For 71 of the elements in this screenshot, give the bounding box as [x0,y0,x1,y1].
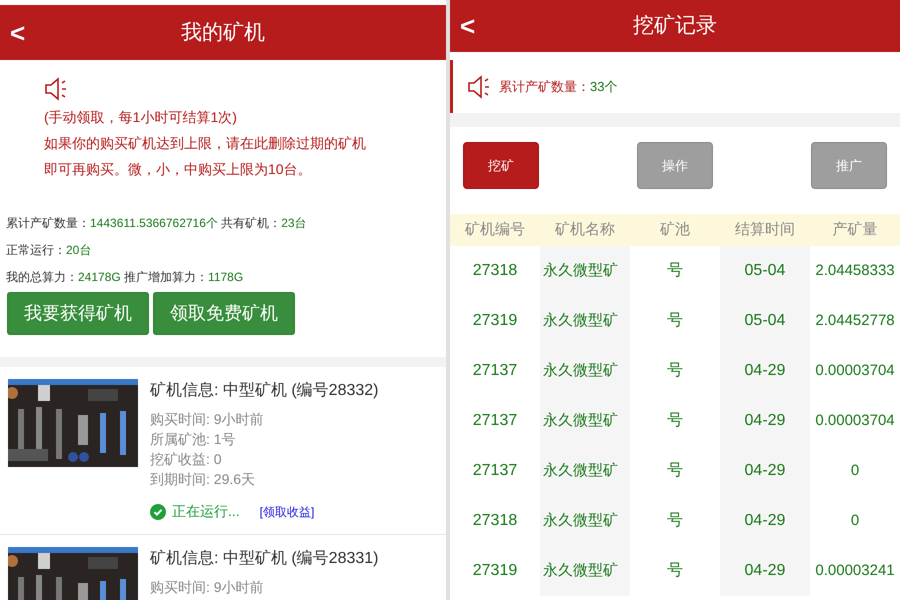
table-cell: 永久微型矿 [540,346,630,396]
table-cell-text: 号 [666,561,684,581]
table-cell-text: 27319 [472,311,518,331]
table-cell-text: 0 [850,510,860,531]
table-cell: 05-04 [720,246,810,296]
table-cell-text: 0.00003704 [814,410,896,431]
table-cell-text: 0.00003704 [814,360,896,381]
table-cell-text: 号 [666,411,684,431]
page-title: 挖矿记录 [633,13,717,40]
table-cell-text: 0 [850,460,860,481]
stat-value: 20台 [66,242,92,259]
column-header: 矿机名称 [540,214,630,246]
table-cell-text: 号 [666,261,684,281]
table-cell-text: 号 [666,461,684,481]
tab[interactable]: 挖矿 [463,142,539,189]
table-cell-text: 2.04458333 [814,260,896,281]
column-header: 矿池 [630,214,720,246]
table-cell: 永久微型矿 [540,396,630,446]
column-header: 结算时间 [720,214,810,246]
column-header: 矿机编号 [450,214,540,246]
table-cell-text: 27319 [472,561,518,581]
machine-title: 矿机信息: 中型矿机 (编号28332) [150,380,378,401]
stat-value: 1178G [208,269,244,286]
stat-label: 正常运行： [6,242,66,259]
table-cell-text: 27137 [472,361,518,381]
page-title: 我的矿机 [181,20,265,46]
table-cell-text: 0.00003241 [814,560,896,581]
table-cell-text: 号 [666,311,684,331]
machine-detail: 挖矿收益: 0 [150,450,223,469]
table-cell-text: 27318 [472,511,518,531]
table-cell-text: 27318 [472,261,518,281]
stat-value: 24178G [78,269,121,286]
stat-label: 累计产矿数量： [6,215,90,232]
table-cell: 04-29 [720,396,810,446]
table-cell: 04-29 [720,346,810,396]
stat-label: 我的总算力： [6,269,78,286]
stat-label: 推广增加算力： [123,269,208,286]
action-button[interactable]: 领取免费矿机 [153,292,295,335]
column-header: 产矿量 [810,214,900,246]
machine-detail: 所属矿池: 1号 [150,430,237,449]
table-cell-text: 号 [666,361,684,381]
notice-text: (手动领取，每1小时可结算1次) [44,108,237,127]
notice-text: 如果你的购买矿机达到上限，请在此删除过期的矿机 [44,134,366,153]
machine-detail: 购买时间: 9小时前 [150,578,265,597]
stat-value: 1443611.5366762716个 [90,215,218,232]
stat-label: 共有矿机： [220,215,282,232]
table-cell-text: 27137 [472,461,518,481]
table-cell: 04-29 [720,546,810,596]
status-text: 正在运行... [172,502,240,521]
notice-label: 累计产矿数量： [499,78,590,96]
table-cell: 永久微型矿 [540,496,630,546]
table-cell: 永久微型矿 [540,446,630,496]
table-cell: 04-29 [720,446,810,496]
machine-title: 矿机信息: 中型矿机 (编号28331) [150,548,378,569]
action-button[interactable]: 我要获得矿机 [7,292,149,335]
table-cell: 永久微型矿 [540,246,630,296]
table-cell: 05-04 [720,296,810,346]
table-cell-text: 27137 [472,411,518,431]
notice-value: 33个 [590,78,618,96]
table-cell: 04-29 [720,496,810,546]
stat-value: 23台 [281,215,307,232]
collect-link[interactable]: [领取收益] [260,502,314,520]
table-cell-text: 号 [666,511,684,531]
machine-detail: 到期时间: 29.6天 [150,470,256,489]
machine-detail: 购买时间: 9小时前 [150,410,265,429]
back-button[interactable]: < [460,13,476,39]
table-cell: 永久微型矿 [540,546,630,596]
notice-text: 即可再购买。微，小，中购买上限为10台。 [44,160,312,179]
back-button[interactable]: < [10,20,26,46]
table-cell-text: 2.04452778 [814,310,896,331]
table-cell: 永久微型矿 [540,296,630,346]
